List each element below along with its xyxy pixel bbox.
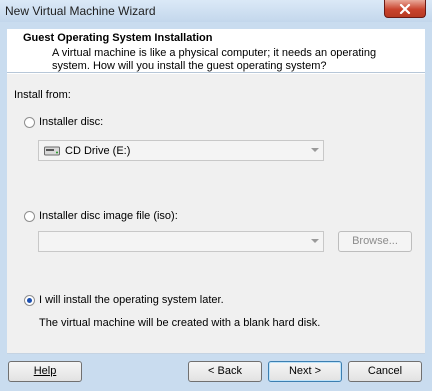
iso-radio[interactable] [24, 211, 35, 222]
iso-label[interactable]: Installer disc image file (iso): [39, 210, 178, 222]
cd-drive-select[interactable]: CD Drive (E:) [38, 140, 324, 161]
wizard-content: Install from: Installer disc: CD Drive (… [7, 73, 425, 353]
back-button[interactable]: < Back [188, 361, 262, 382]
browse-button[interactable]: Browse... [338, 231, 412, 252]
wizard-window: New Virtual Machine Wizard Guest Operati… [0, 0, 432, 391]
radio-selected-indicator [27, 298, 32, 303]
page-title: Guest Operating System Installation [23, 32, 213, 44]
next-button[interactable]: Next > [268, 361, 342, 382]
installer-disc-label[interactable]: Installer disc: [39, 116, 103, 128]
title-bar: New Virtual Machine Wizard [0, 0, 432, 22]
help-button-label: Help [33, 365, 57, 377]
close-icon [399, 3, 411, 14]
page-description: A virtual machine is like a physical com… [52, 47, 377, 72]
install-from-label: Install from: [14, 89, 71, 101]
window-title: New Virtual Machine Wizard [5, 4, 156, 18]
close-button[interactable] [384, 0, 426, 18]
install-later-note: The virtual machine will be created with… [39, 317, 321, 329]
install-later-radio[interactable] [24, 295, 35, 306]
cd-drive-value: CD Drive (E:) [65, 145, 131, 157]
dropdown-arrow-icon [311, 239, 319, 243]
dropdown-arrow-icon [311, 148, 319, 152]
wizard-header: Guest Operating System Installation A vi… [7, 29, 425, 73]
footer-separator [7, 353, 425, 354]
iso-path-select[interactable] [38, 231, 324, 252]
cancel-button[interactable]: Cancel [348, 361, 422, 382]
cd-drive-icon [44, 146, 60, 156]
install-later-label[interactable]: I will install the operating system late… [39, 294, 224, 306]
installer-disc-radio[interactable] [24, 117, 35, 128]
help-button[interactable]: Help [8, 361, 82, 382]
